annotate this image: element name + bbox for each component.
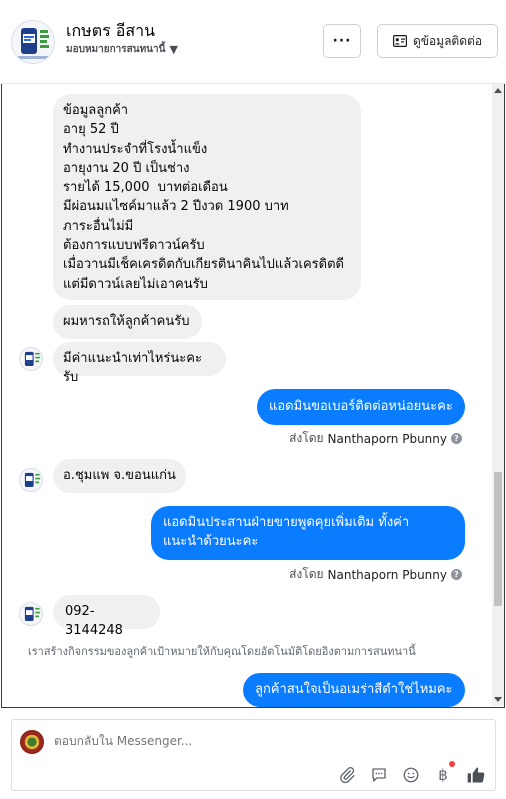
page-logo-icon [20,469,42,491]
contact-card-icon [392,35,407,47]
page-logo-icon [12,21,54,63]
view-contact-label: ดูข้อมูลติดต่อ [412,33,483,48]
scroll-down-arrow-icon[interactable] [494,697,502,702]
reply-composer: ฿ [11,719,496,791]
sent-by-label: ส่งโดย Nanthaporn Pbunny ? [289,429,462,448]
message-incoming: อ.ชุมแพ จ.ขอนแก่น [53,459,186,493]
notification-dot [449,761,455,767]
page-avatar[interactable] [11,20,55,64]
more-options-button[interactable]: ··· [323,24,361,58]
sender-avatar [19,602,43,626]
message-outgoing: แอดมินขอเบอร์ติดต่อหน่อยนะคะ [257,389,465,425]
sent-by-label: ส่งโดย Nanthaporn Pbunny ? [289,565,462,584]
sender-avatar [19,347,43,371]
emoji-icon[interactable] [400,764,422,786]
scroll-up-arrow-icon[interactable] [494,88,502,93]
sent-by-name: Nanthaporn Pbunny [327,567,447,582]
like-icon[interactable] [465,764,487,786]
scrollbar-thumb[interactable] [494,472,502,606]
message-outgoing: ลูกค้าสนใจเป็นอเมร่าสีดำใช่ไหมคะ [243,673,465,707]
attachment-icon[interactable] [336,764,358,786]
reply-input[interactable] [54,734,354,748]
chat-bubble-icon[interactable] [368,764,390,786]
sent-by-prefix: ส่งโดย [289,567,324,581]
message-incoming: ผมหารถให้ลูกค้าคนรับ [53,305,202,339]
help-icon[interactable]: ? [451,569,462,580]
page-logo-icon [20,603,42,625]
message-outgoing: แอดมินประสานฝ่ายขายพูดคุยเพิ่มเติม ทั้งค… [151,506,465,560]
user-avatar [20,730,44,754]
baht-icon[interactable]: ฿ [432,764,454,786]
sender-avatar [19,468,43,492]
conversation-header: เกษตร อีสาน มอบหมายการสนทนานี้ ▼ ··· ดูข… [0,0,506,84]
page-name[interactable]: เกษตร อีสาน [66,19,155,44]
help-icon[interactable]: ? [451,433,462,444]
scrollbar[interactable] [492,84,504,706]
message-thread[interactable]: ข้อมูลลูกค้า อายุ 52 ปี ทำงานประจำที่โรง… [1,84,505,708]
caret-down-icon: ▼ [169,43,178,56]
view-contact-button[interactable]: ดูข้อมูลติดต่อ [377,24,498,58]
message-incoming: ข้อมูลลูกค้า อายุ 52 ปี ทำงานประจำที่โรง… [53,94,361,300]
assign-conversation-label: มอบหมายการสนทนานี้ [66,44,166,55]
message-incoming: มีค่าแนะนำเท่าไหร่นะคะรับ [53,342,226,385]
sent-by-prefix: ส่งโดย [289,431,324,445]
sent-by-name: Nanthaporn Pbunny [327,431,447,446]
message-incoming: 092-3144248 [53,595,160,638]
automation-notice: เราสร้างกิจกรรมของลูกค้าเป้าหมายให้กับคุ… [28,645,416,658]
assign-conversation[interactable]: มอบหมายการสนทนานี้ ▼ [66,42,178,57]
page-logo-icon [20,348,42,370]
